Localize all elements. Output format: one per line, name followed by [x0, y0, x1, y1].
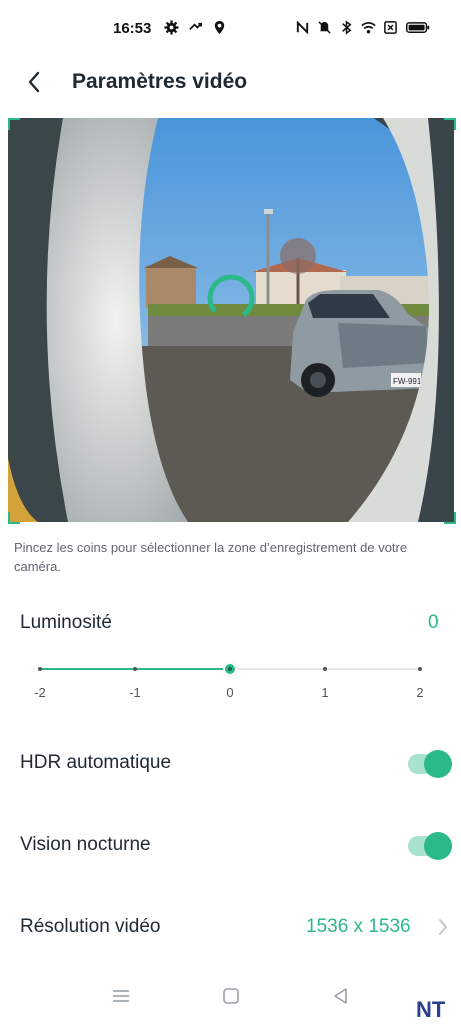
back-button[interactable] [24, 68, 48, 96]
slider-step-dot[interactable] [38, 667, 42, 671]
chevron-right-icon [439, 919, 448, 935]
slider-tick-label: -1 [129, 685, 141, 700]
brightness-label: Luminosité [20, 612, 112, 633]
resolution-label: Résolution vidéo [20, 916, 161, 937]
camera-image: FW-991 [8, 118, 454, 522]
system-nav-bar [0, 968, 461, 1024]
night-vision-toggle[interactable] [408, 832, 452, 860]
sim-icon [383, 20, 398, 35]
slider-thumb[interactable] [223, 662, 237, 676]
slider-tick-label: 0 [226, 685, 234, 700]
watermark-text: NT [416, 997, 446, 1021]
location-icon [212, 20, 227, 35]
status-bar: 16:53 [0, 0, 461, 60]
slider-step-dot[interactable] [133, 667, 137, 671]
app-header: Paramètres vidéo [0, 58, 461, 106]
back-triangle-icon [334, 988, 347, 1004]
crop-handle-bottom-right[interactable] [444, 512, 456, 524]
slider-step-dot[interactable] [323, 667, 327, 671]
hdr-label: HDR automatique [20, 752, 172, 773]
crop-hint-text: Pincez les coins pour sélectionner la zo… [14, 540, 408, 574]
status-right-icons [295, 20, 431, 35]
system-back-button[interactable] [330, 986, 352, 1006]
camera-preview[interactable]: FW-991 [8, 118, 454, 522]
night-vision-label: Vision nocturne [20, 834, 151, 855]
crop-handle-top-left[interactable] [8, 118, 20, 130]
home-button[interactable] [220, 986, 242, 1006]
status-left-icons [164, 20, 227, 35]
slider-step-dot[interactable] [418, 667, 422, 671]
slider-tick-label: 1 [321, 685, 329, 700]
mute-icon [317, 20, 332, 35]
slider-tick-label: -2 [34, 685, 46, 700]
gear-icon [164, 20, 179, 35]
home-square-icon [223, 988, 239, 1004]
page-title: Paramètres vidéo [72, 70, 248, 93]
slider-tick-label: 2 [416, 685, 424, 700]
menu-icon [113, 990, 129, 1002]
battery-icon [405, 20, 431, 35]
toggle-knob [424, 750, 452, 778]
status-time: 16:53 [113, 20, 152, 37]
connection-icon [188, 20, 203, 35]
recents-button[interactable] [110, 986, 132, 1006]
nt-logo: NT [416, 997, 446, 1021]
resolution-value: 1536 x 1536 [306, 916, 411, 937]
nfc-icon [295, 20, 310, 35]
crop-handle-top-right[interactable] [444, 118, 456, 130]
wifi-icon [361, 20, 376, 35]
crop-handle-bottom-left[interactable] [8, 512, 20, 524]
toggle-knob [424, 832, 452, 860]
brightness-value: 0 [428, 612, 439, 633]
hdr-toggle[interactable] [408, 750, 452, 778]
plate-text: FW-991 [393, 377, 422, 386]
bluetooth-icon [339, 20, 354, 35]
chevron-left-icon [28, 71, 40, 93]
